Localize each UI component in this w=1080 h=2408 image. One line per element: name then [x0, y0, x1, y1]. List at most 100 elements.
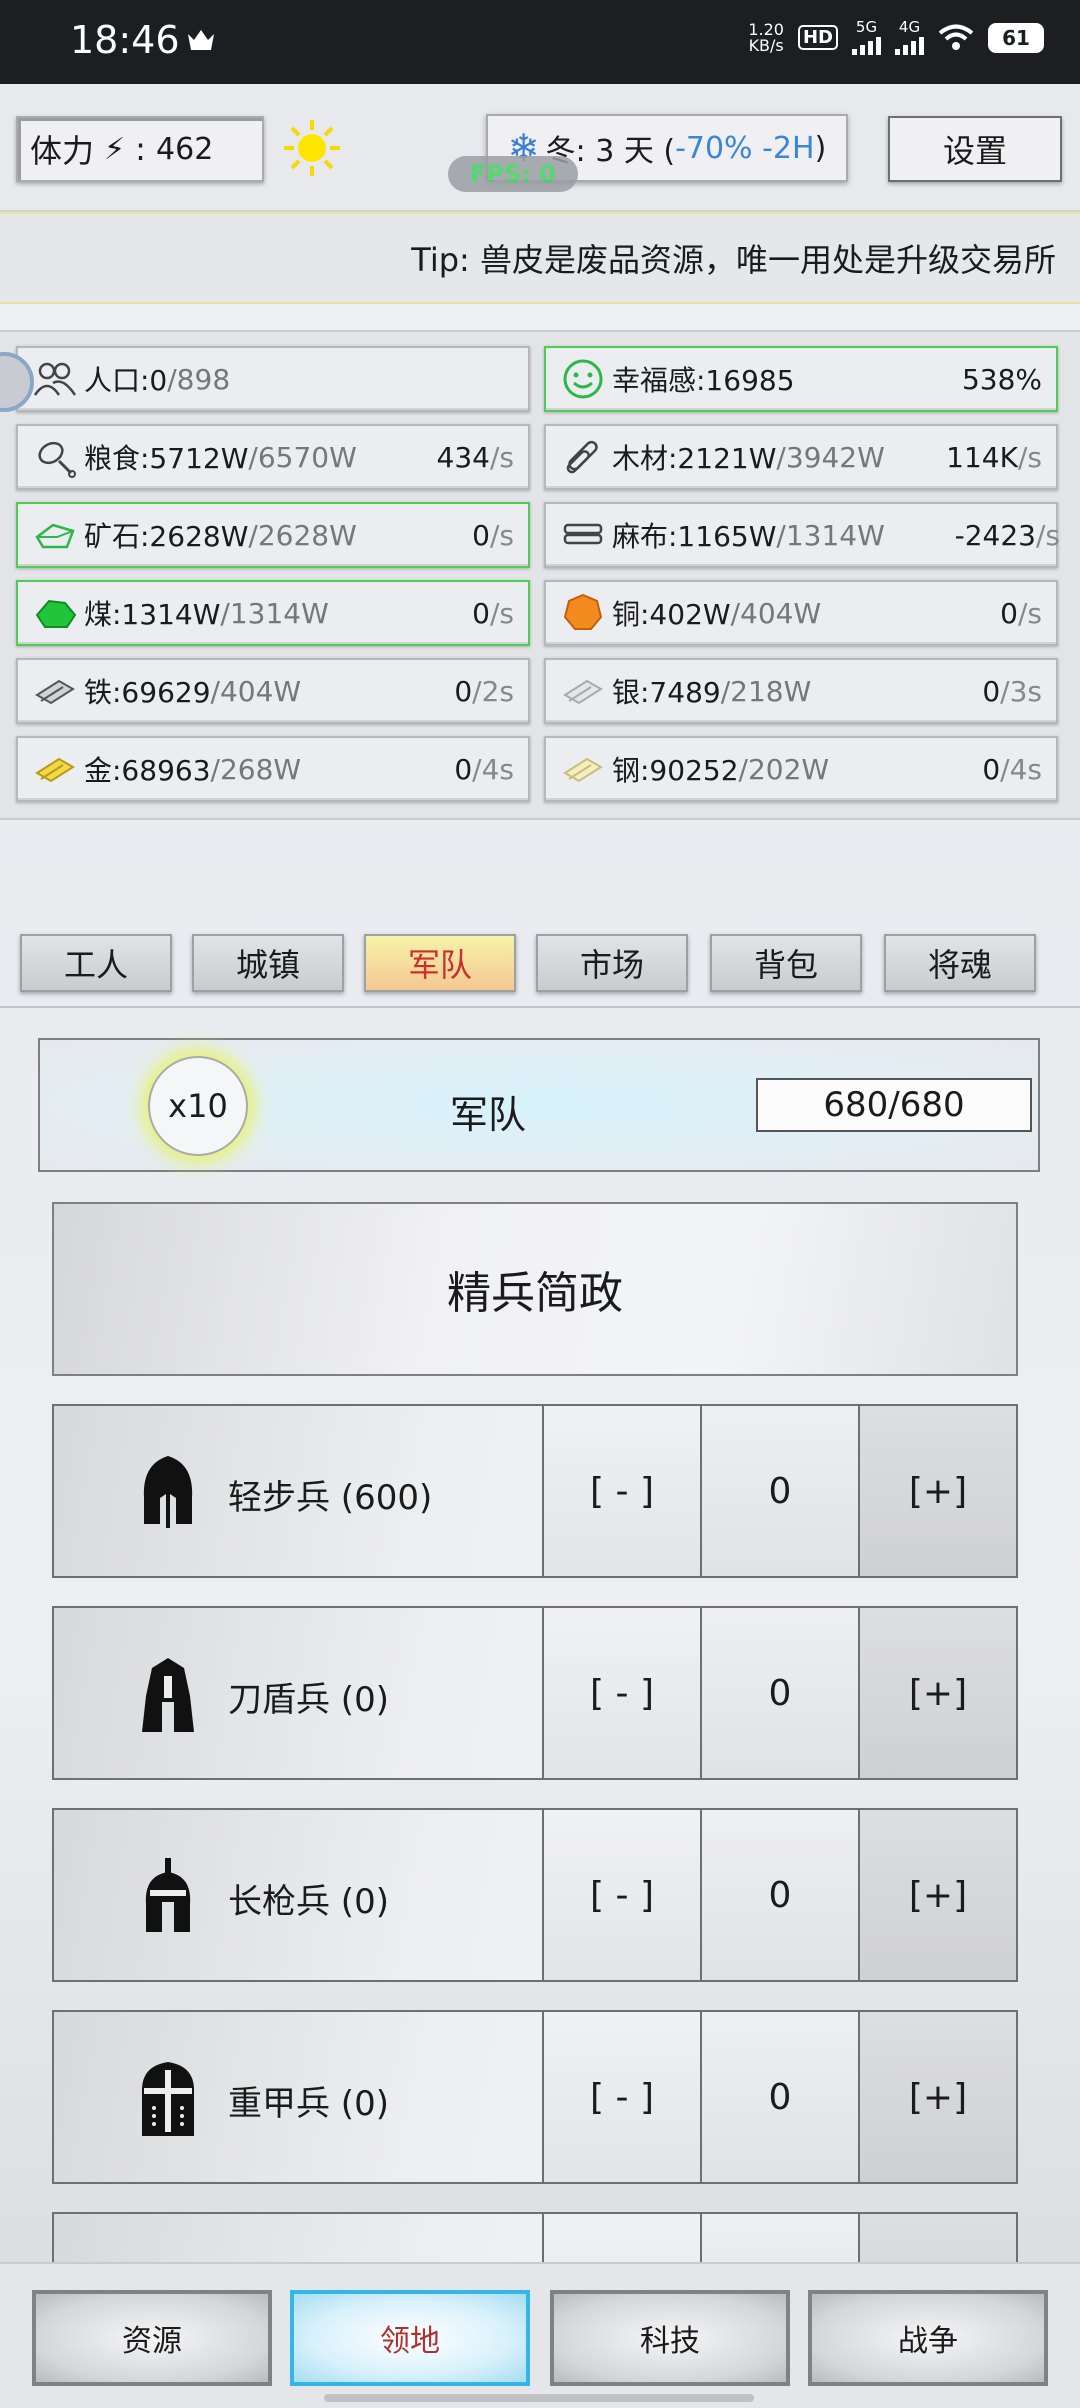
tab-market[interactable]: 市场 [536, 934, 688, 992]
net-speed: 1.20 KB/s [748, 21, 784, 55]
resource-rate: 0/s [472, 519, 514, 552]
unit-count-field[interactable] [700, 2214, 858, 2266]
increase-button[interactable]: [+] [858, 1406, 1016, 1576]
increase-button[interactable]: [+] [858, 1608, 1016, 1778]
nav-technology[interactable]: 科技 [550, 2290, 790, 2386]
season-suffix: ) [814, 130, 827, 166]
unit-name: 刀盾兵 (0) [228, 1680, 389, 1720]
decrease-button[interactable]: [ - ] [542, 1406, 700, 1576]
resource-name: 铁:69629 [84, 676, 211, 709]
resource-rate: 0/4s [454, 753, 514, 786]
silver-icon [558, 666, 608, 716]
copper-icon [558, 588, 608, 638]
unit-count-field[interactable]: 0 [700, 1810, 858, 1980]
resource-cap: /218W [720, 674, 812, 708]
nav-war[interactable]: 战争 [808, 2290, 1048, 2386]
resource-name: 煤:1314W [84, 598, 221, 631]
decrease-button[interactable]: [ - ] [542, 2012, 700, 2182]
home-indicator[interactable] [324, 2394, 754, 2402]
unit-count-field[interactable]: 0 [700, 1406, 858, 1576]
resource-steel: 钢:90252/202W 0/4s [544, 736, 1058, 802]
net-speed-unit: KB/s [748, 35, 784, 55]
iron-icon [30, 666, 80, 716]
increase-button[interactable]: [+] [858, 1810, 1016, 1980]
resource-rate-value: 0 [1000, 596, 1018, 630]
resource-rate: 0/3s [982, 675, 1042, 708]
helmet-icon [142, 1658, 194, 1732]
decrease-button[interactable] [542, 2214, 700, 2266]
resource-cap: /898 [167, 362, 231, 396]
unit-row-heavy-armor: 重甲兵 (0) [ - ] 0 [+] [52, 2010, 1018, 2184]
settings-button[interactable]: 设置 [888, 116, 1062, 182]
decrease-button[interactable]: [ - ] [542, 1608, 700, 1778]
resource-rate-unit: /s [489, 440, 514, 474]
increase-button[interactable]: [+] [858, 2012, 1016, 2182]
top-panel: 体力 ⚡ : 462 ❄ 冬: 3 天 ( -70% -2H ) 设置 [0, 84, 1080, 212]
smile-icon [558, 354, 608, 404]
unit-row-light-infantry: 轻步兵 (600) [ - ] 0 [+] [52, 1404, 1018, 1578]
resource-rate: 0/s [472, 597, 514, 630]
resource-rate: 434/s [437, 441, 514, 474]
resource-rate-value: 0 [982, 674, 1001, 708]
army-panel: x10 军队 680/680 精兵简政 轻步兵 (600) [ - ] 0 [+… [0, 1006, 1080, 2266]
hd-icon: HD [797, 25, 838, 50]
resource-rate-unit: /2s [472, 674, 514, 708]
resource-iron: 铁:69629/404W 0/2s [16, 658, 530, 724]
nav-territory[interactable]: 领地 [290, 2290, 530, 2386]
tab-workers[interactable]: 工人 [20, 934, 172, 992]
wood-icon [558, 432, 608, 482]
resource-rate-value: -2423 [954, 518, 1036, 552]
unit-count-field[interactable]: 0 [700, 1608, 858, 1778]
season-effect: -70% -2H [675, 130, 815, 166]
multiplier-button[interactable]: x10 [148, 1056, 248, 1156]
resource-rate-unit: /4s [472, 752, 514, 786]
status-icons: 1.20 KB/s HD 5G 4G 61 [748, 20, 1044, 55]
unit-row-spearman: 长枪兵 (0) [ - ] 0 [+] [52, 1808, 1018, 1982]
resource-name: 幸福感:16985 [612, 364, 795, 397]
unit-row-sword-shield: 刀盾兵 (0) [ - ] 0 [+] [52, 1606, 1018, 1780]
resource-rate-unit: /s [1035, 518, 1060, 552]
resource-copper: 铜:402W/404W 0/s [544, 580, 1058, 646]
resource-cap: /3942W [776, 440, 885, 474]
resource-name: 木材:2121W [612, 442, 777, 475]
resource-coal: 煤:1314W/1314W 0/s [16, 580, 530, 646]
resource-cap: /6570W [248, 440, 357, 474]
gold-icon [30, 744, 80, 794]
increase-button[interactable] [858, 2214, 1016, 2266]
unit-name: 重甲兵 (0) [228, 2084, 389, 2124]
tab-army[interactable]: 军队 [364, 934, 516, 992]
tab-general-soul[interactable]: 将魂 [884, 934, 1036, 992]
unit-count-field[interactable]: 0 [700, 2012, 858, 2182]
resource-cap: /1314W [220, 596, 329, 630]
decrease-button[interactable]: [ - ] [542, 1810, 700, 1980]
resource-rate: 0/4s [982, 753, 1042, 786]
resource-name: 铜:402W [612, 598, 731, 631]
resource-name: 粮食:5712W [84, 442, 249, 475]
elite-policy-button[interactable]: 精兵简政 [52, 1202, 1018, 1376]
resource-rate-value: 0 [472, 518, 490, 552]
unit-row-partial [52, 2212, 1018, 2266]
bottom-nav: 资源 领地 科技 战争 [0, 2262, 1080, 2408]
unit-name: 长枪兵 (0) [228, 1882, 389, 1922]
army-title: 军队 [450, 1093, 527, 1137]
tab-town[interactable]: 城镇 [192, 934, 344, 992]
signal-4g-label: 4G [898, 18, 921, 36]
resource-silver: 银:7489/218W 0/3s [544, 658, 1058, 724]
nav-resources[interactable]: 资源 [32, 2290, 272, 2386]
resource-cap: /404W [210, 674, 302, 708]
wifi-icon [938, 24, 974, 50]
resource-rate-value: 0 [982, 752, 1001, 786]
tab-backpack[interactable]: 背包 [710, 934, 862, 992]
resource-rate-unit: /s [489, 518, 514, 552]
stamina-display: 体力 ⚡ : 462 [16, 116, 264, 182]
resource-rate-value: 434 [436, 440, 490, 474]
resource-rate-unit: /3s [1000, 674, 1042, 708]
resource-rate: 0/2s [454, 675, 514, 708]
tip-bar: Tip: 兽皮是废品资源，唯一用处是升级交易所 [0, 212, 1080, 304]
lightning-icon: ⚡ [104, 131, 126, 167]
helmet-icon [143, 1456, 193, 1528]
unit-name: 轻步兵 (600) [228, 1478, 433, 1518]
status-time: 18:46 [70, 18, 180, 62]
stamina-colon: : [135, 130, 157, 168]
army-header: x10 军队 680/680 [38, 1038, 1040, 1172]
